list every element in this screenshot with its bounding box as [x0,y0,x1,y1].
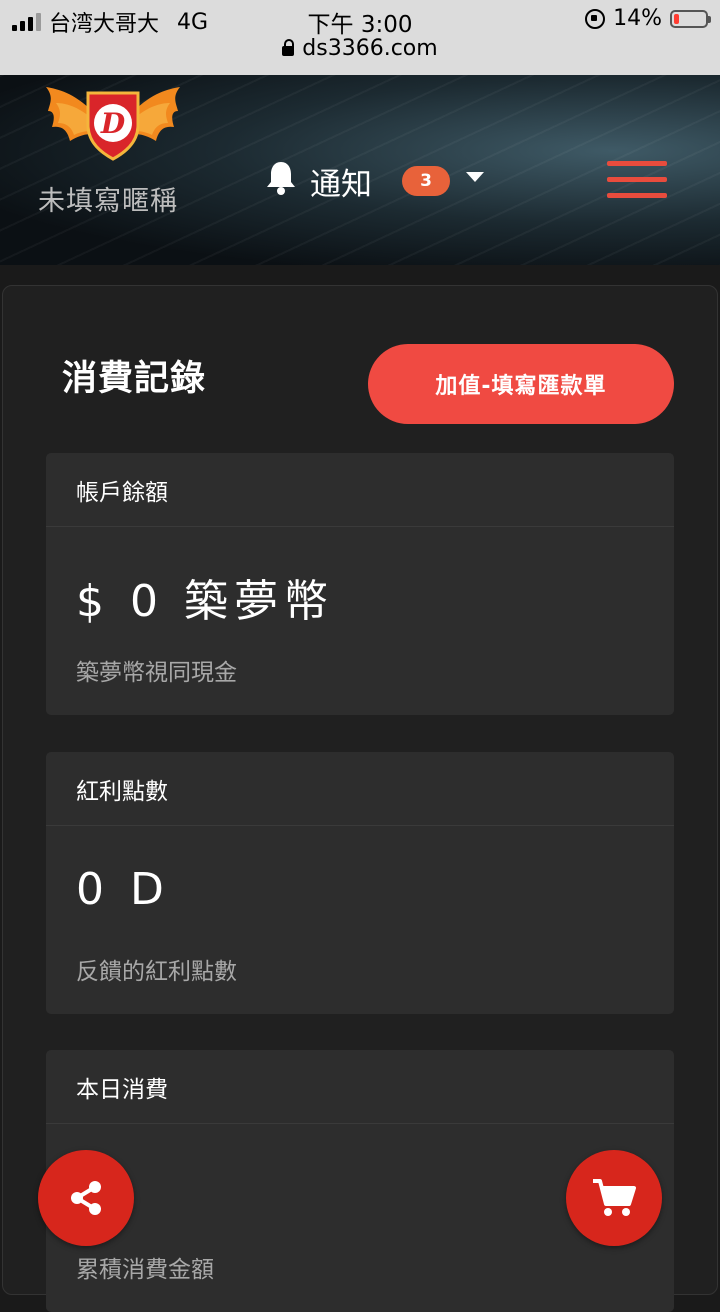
topup-button[interactable]: 加值-填寫匯款單 [368,344,674,424]
battery-percent: 14% [613,6,662,31]
bonus-points-card: 紅利點數 0 D 反饋的紅利點數 [46,752,674,1014]
card-subtitle: 反饋的紅利點數 [76,959,237,985]
share-icon [71,1181,101,1215]
rotation-lock-icon [585,8,606,29]
notification-count-badge: 3 [402,166,450,196]
notification-label[interactable]: 通知 [310,159,372,204]
menu-icon[interactable] [607,161,667,199]
caret-down-icon[interactable] [466,172,484,182]
lock-icon [282,39,295,56]
card-value: $ 0 築夢幣 [76,576,334,627]
url-text: ds3366.com [302,36,438,61]
card-subtitle: 累積消費金額 [76,1257,214,1283]
cart-button[interactable] [566,1150,662,1246]
status-right: 14% [585,6,711,31]
card-title: 本日消費 [46,1050,674,1124]
card-subtitle: 築夢幣視同現金 [76,660,237,686]
balance-card: 帳戶餘額 $ 0 築夢幣 築夢幣視同現金 [46,453,674,715]
share-button[interactable] [38,1150,134,1246]
card-value: 0 D [76,864,170,915]
svg-text:D: D [100,107,126,140]
address-bar[interactable]: ds3366.com [0,36,720,61]
battery-icon [670,9,711,28]
card-title: 紅利點數 [46,752,674,826]
cart-icon [593,1179,636,1216]
status-bar: 台湾大哥大 4G 下午 3:00 ds3366.com 14% [0,0,720,75]
page-title: 消費記錄 [62,359,207,399]
site-header: D 未填寫暱稱 通知 3 [0,75,720,265]
card-title: 帳戶餘額 [46,453,674,527]
bell-icon[interactable] [264,160,298,196]
logo-icon[interactable]: D [44,81,182,161]
nickname-label[interactable]: 未填寫暱稱 [38,179,178,218]
